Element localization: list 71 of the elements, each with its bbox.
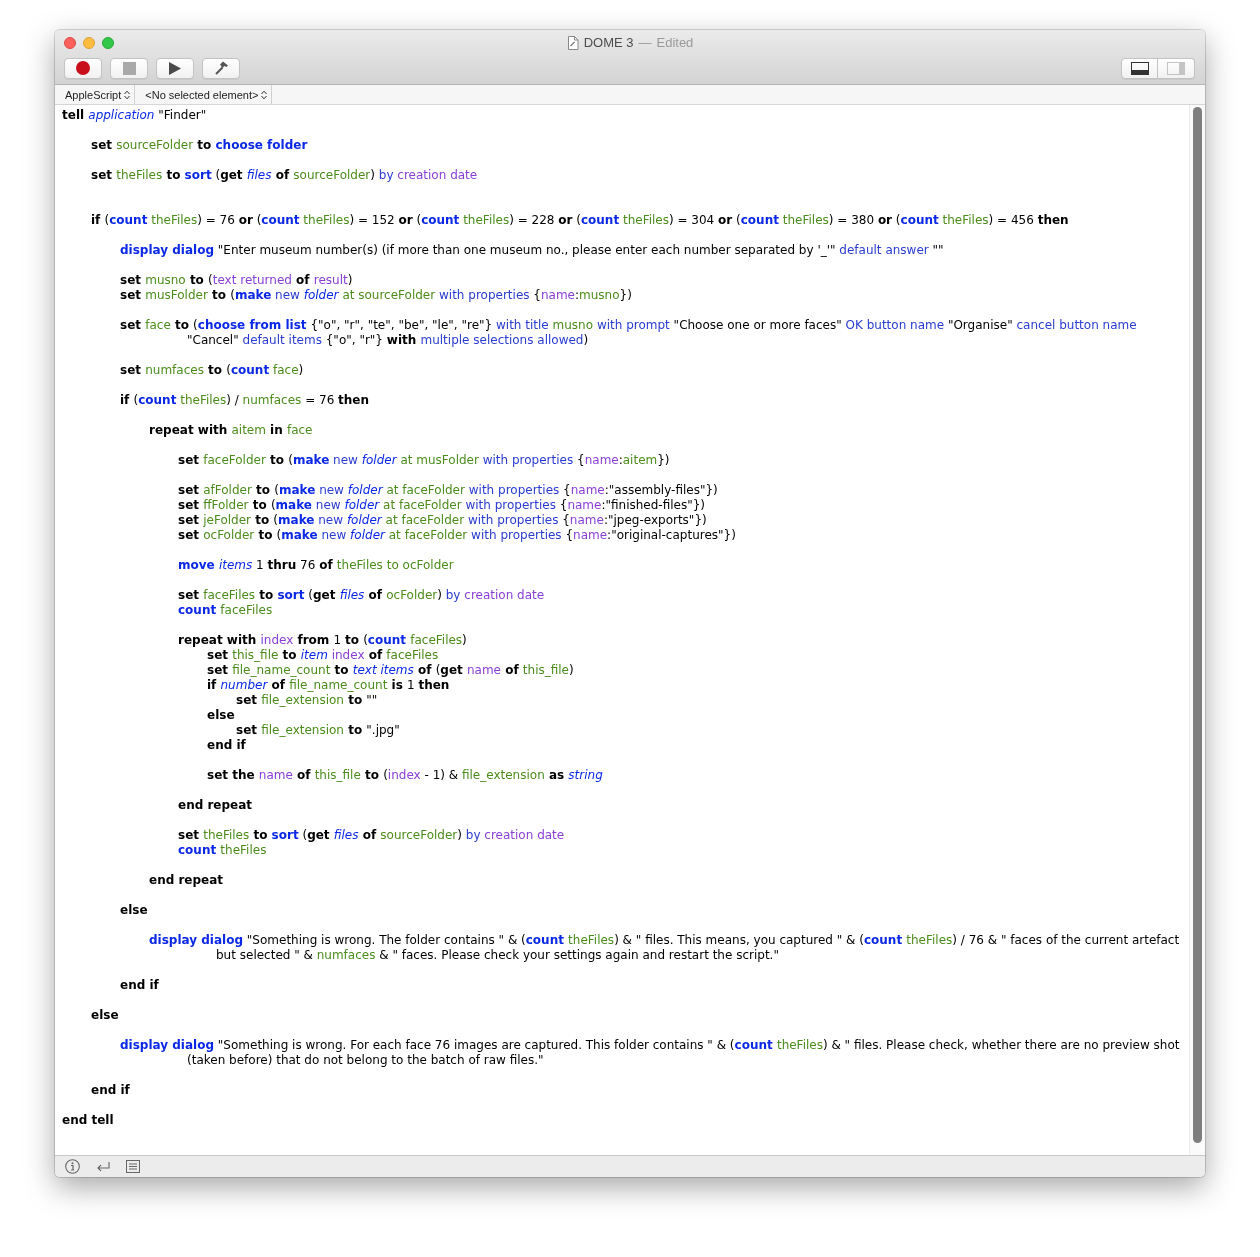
up-down-arrows-icon (124, 89, 131, 100)
play-icon (169, 61, 181, 75)
code-line: "Cancel" default items {"o", "r"} with multiple selections allowed) (187, 333, 589, 347)
info-button[interactable] (64, 1159, 81, 1174)
bottom-pane-icon (1130, 61, 1149, 75)
code-line: count theFiles (178, 843, 267, 857)
code-line: end if (207, 738, 246, 752)
window-title: DOME 3 (583, 35, 634, 50)
code-line: set this_file to item index of faceFiles (207, 648, 439, 662)
edited-status: Edited (656, 35, 694, 50)
list-button[interactable] (125, 1160, 141, 1173)
element-popup[interactable]: <No selected element> (135, 85, 273, 104)
run-button[interactable] (156, 57, 194, 79)
code-line: but selected " & numfaces & " faces. Please check your settings again and restart the script." (216, 948, 779, 962)
info-icon (65, 1159, 80, 1174)
code-line: set musFolder to (make new folder at sourceFolder with properties {name:musno}) (120, 288, 632, 302)
record-button[interactable] (64, 57, 102, 79)
code-line: display dialog "Something is wrong. For each face 76 images are captured. This folder contains " & (count theFiles) & " files. Please check, whether there are no preview shot (120, 1038, 1180, 1052)
stop-icon (122, 61, 136, 75)
view-toggle-button[interactable] (1121, 57, 1158, 79)
code-line: set file_name_count to text items of (get name of this_file) (207, 663, 574, 677)
code-line: set jeFolder to (make new folder at faceFolder with properties {name:"jpeg-exports"}) (178, 513, 707, 527)
code-line: else (120, 903, 148, 917)
code-line: set afFolder to (make new folder at faceFolder with properties {name:"assembly-files"}) (178, 483, 718, 497)
code-line: set file_extension to "" (236, 693, 378, 707)
code-line: set ocFolder to (make new folder at faceFolder with properties {name:"original-captures"}) (178, 528, 736, 542)
code-line: set musno to (text returned of result) (120, 273, 353, 287)
code-line: if number of file_name_count is 1 then (207, 678, 450, 692)
return-button[interactable] (95, 1160, 111, 1173)
code-line: if (count theFiles) = 76 or (count theFiles) = 152 or (count theFiles) = 228 or (count theFiles) = 304 or (count theFiles) = 380 or (count theFiles) = 456 then (91, 213, 1069, 227)
code-line: end repeat (178, 798, 253, 812)
title-separator: — (638, 35, 652, 50)
code-line: display dialog "Something is wrong. The folder contains " & (count theFiles) & " files. This means, you captured " & (count theFiles) / 76 & " faces of the current artefact (149, 933, 1180, 947)
code-line: end repeat (149, 873, 224, 887)
view-toggle-button[interactable] (1158, 57, 1195, 79)
code-line: set ffFolder to (make new folder at faceFolder with properties {name:"finished-files"}) (178, 498, 706, 512)
code-line: tell application "Finder" (62, 108, 207, 122)
list-icon (126, 1160, 140, 1173)
side-pane-icon (1167, 61, 1185, 75)
code-line: set face to (choose from list {"o", "r", "te", "be", "le", "re"} with title musno with prompt "Choose one or more faces" OK button name "Organise" cancel button name (120, 318, 1137, 332)
code-line: set theFiles to sort (get files of sourceFolder) by creation date (178, 828, 565, 842)
code-line: set faceFolder to (make new folder at musFolder with properties {name:aitem}) (178, 453, 670, 467)
compile-button[interactable] (202, 57, 240, 79)
code-line: set theFiles to sort (get files of sourceFolder) by creation date (91, 168, 478, 182)
code-line: set numfaces to (count face) (120, 363, 304, 377)
code-line: (taken before) that do not belong to the batch of raw files." (187, 1053, 544, 1067)
return-arrow-icon (96, 1160, 110, 1173)
document-icon (566, 35, 579, 50)
hammer-icon (214, 61, 228, 75)
code-line: if (count theFiles) / numfaces = 76 then (120, 393, 370, 407)
code-line: set faceFiles to sort (get files of ocFolder) by creation date (178, 588, 545, 602)
code-line: move items 1 thru 76 of theFiles to ocFolder (178, 558, 454, 572)
code-line: count faceFiles (178, 603, 273, 617)
stop-button[interactable] (110, 57, 148, 79)
code-line: end if (120, 978, 159, 992)
scrollbar[interactable] (1193, 107, 1202, 1143)
language-popup[interactable]: AppleScript (55, 85, 136, 104)
code-line: end tell (62, 1113, 114, 1127)
record-icon (76, 61, 90, 75)
code-line: repeat with aitem in face (149, 423, 313, 437)
code-line: set sourceFolder to choose folder (91, 138, 308, 152)
code-line: else (207, 708, 235, 722)
code-line: display dialog "Enter museum number(s) (if more than one museum no., please enter each number separated by '_'" default answer "" (120, 243, 944, 257)
up-down-arrows-icon (261, 89, 268, 100)
code-line: repeat with index from 1 to (count faceFiles) (178, 633, 467, 647)
code-line: end if (91, 1083, 130, 1097)
close-button[interactable] (64, 36, 76, 49)
code-line: set the name of this_file to (index - 1) & file_extension as string (207, 768, 603, 782)
code-line: set file_extension to ".jpg" (236, 723, 400, 737)
zoom-button[interactable] (102, 36, 114, 49)
code-line: else (91, 1008, 119, 1022)
